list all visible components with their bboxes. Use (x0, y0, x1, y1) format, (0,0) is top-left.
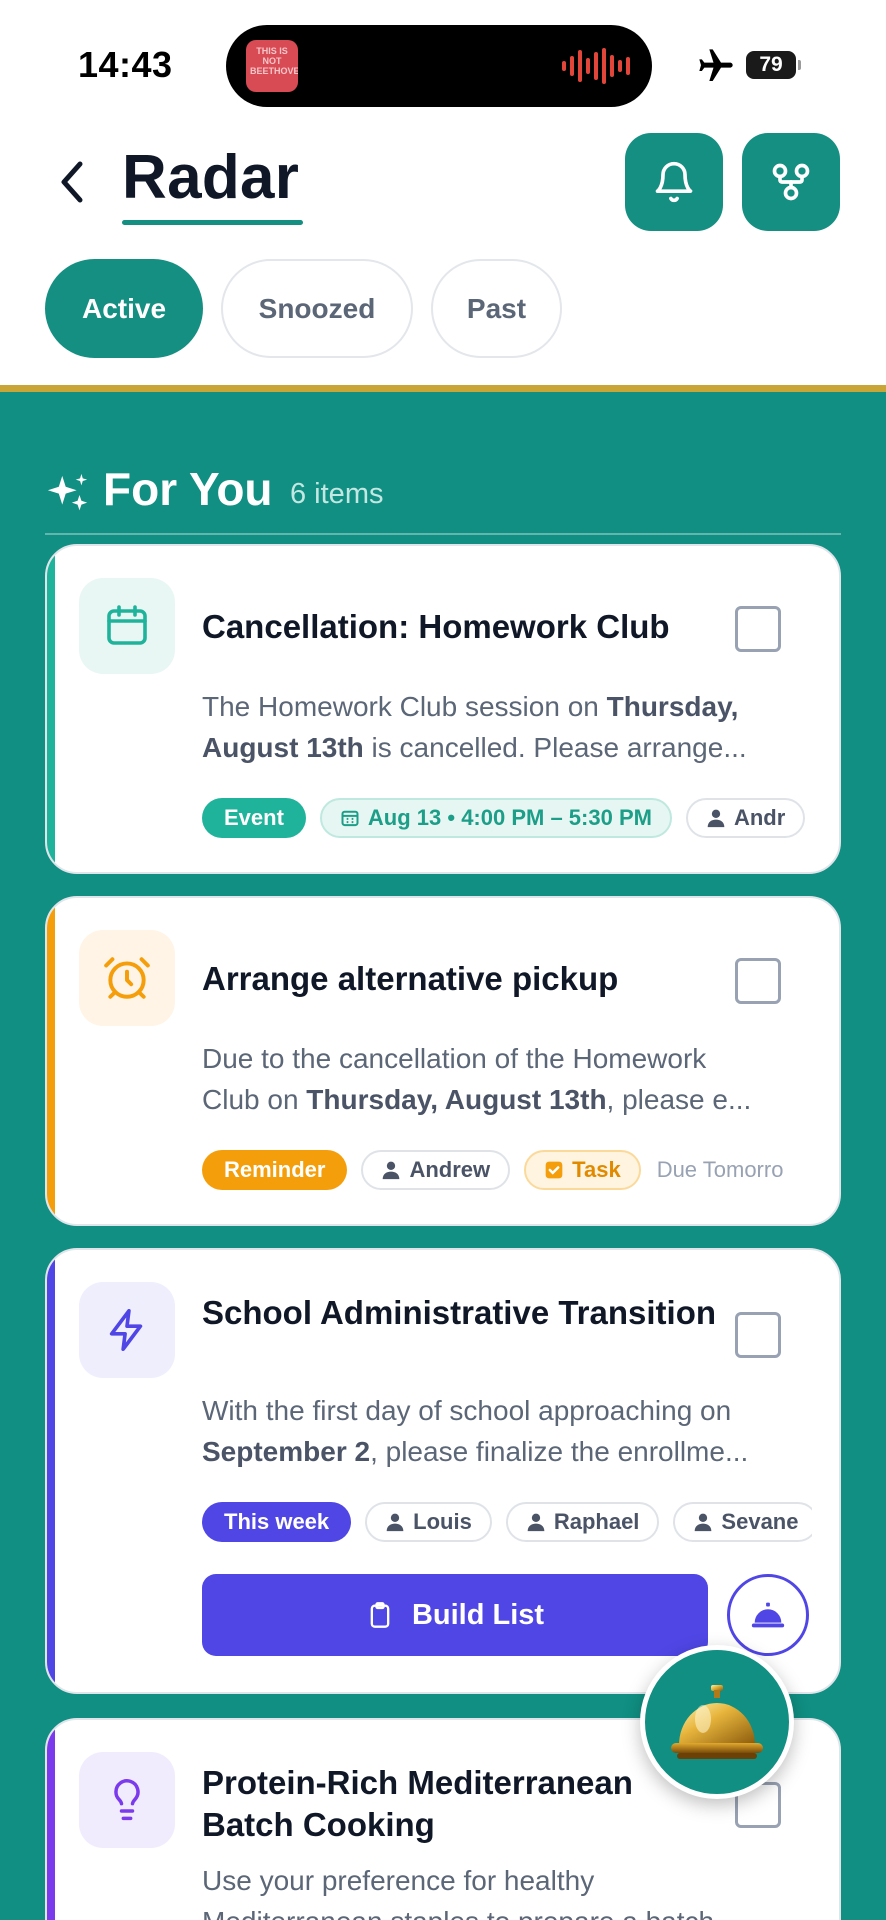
person-icon (527, 1513, 545, 1532)
person-chip[interactable]: Raphael (505, 1502, 660, 1542)
airplane-mode-icon (699, 49, 733, 81)
person-chip[interactable]: Andrew (361, 1150, 511, 1190)
tab-active[interactable]: Active (45, 259, 203, 358)
bell-icon (655, 161, 693, 203)
task-chip[interactable]: Task (524, 1150, 641, 1190)
person-icon (383, 1161, 400, 1180)
card-description: Use your preference for healthy Mediterr… (202, 1860, 812, 1920)
chevron-left-icon (61, 161, 83, 203)
concierge-bell-icon (751, 1602, 785, 1628)
desc-bold: Thursday, August 13th (306, 1084, 607, 1115)
lightbulb-icon (114, 1779, 140, 1821)
calendar-icon (107, 605, 147, 645)
card-checkbox[interactable] (735, 1312, 781, 1358)
type-badge: This week (202, 1502, 352, 1542)
person-chip-label: Andr (733, 805, 786, 830)
section-header: For You 6 items (45, 462, 845, 522)
person-chip-label: Raphael (553, 1509, 640, 1534)
desc-bold: August 13th (202, 732, 364, 763)
section-divider (45, 533, 841, 535)
desc-text: , please finalize the enrollme... (370, 1436, 749, 1467)
title-underline (122, 220, 303, 225)
radar-card[interactable]: School Administrative Transition With th… (45, 1248, 841, 1694)
date-chip-label: Aug 13 • 4:00 PM – 5:30 PM (367, 805, 652, 830)
task-chip-label: Task (572, 1157, 621, 1182)
person-chip[interactable]: Louis (365, 1502, 492, 1542)
album-art-text: THIS IS NOT BEETHOVEN (250, 46, 298, 76)
dynamic-island[interactable]: THIS IS NOT BEETHOVEN (226, 25, 652, 107)
desc-text: Mediterranean staples to prepare a batch (202, 1901, 812, 1920)
concierge-fab[interactable] (640, 1645, 794, 1799)
person-icon (707, 809, 725, 828)
sparkles-icon (47, 473, 88, 511)
branch-button[interactable] (742, 133, 840, 231)
status-bar: 14:43 THIS IS NOT BEETHOVEN 79 (0, 0, 886, 130)
back-button[interactable] (52, 156, 92, 208)
desc-text: Club on (202, 1084, 307, 1115)
person-icon (386, 1513, 404, 1532)
desc-bold: Thursday, (606, 691, 739, 722)
person-chip-label: Louis (413, 1509, 472, 1534)
desc-text: Due to the cancellation of the Homework (202, 1043, 707, 1074)
desc-text: is cancelled. Please arrange... (363, 732, 747, 763)
section-count: 6 items (290, 478, 384, 510)
calendar-small-icon (341, 810, 359, 827)
card-chips: This week Louis Raphael Sevane (202, 1500, 812, 1548)
card-checkbox[interactable] (735, 958, 781, 1004)
card-icon-tile (79, 1282, 175, 1378)
desc-text: Use your preference for healthy (202, 1865, 595, 1896)
lightning-icon (109, 1309, 143, 1351)
battery-indicator: 79 (746, 51, 801, 79)
card-description: Due to the cancellation of the Homework … (202, 1038, 812, 1120)
card-chips: Event Aug 13 • 4:00 PM – 5:30 PM Andr (202, 796, 812, 844)
desc-text: With the first day of school approaching… (202, 1395, 732, 1426)
git-fork-icon (772, 163, 810, 201)
page-title: Radar (122, 143, 300, 212)
radar-card[interactable]: Arrange alternative pickup Due to the ca… (45, 896, 841, 1226)
radar-card[interactable]: Cancellation: Homework Club The Homework… (45, 544, 841, 874)
person-icon (695, 1513, 712, 1532)
card-chips: Reminder Andrew Task Due Tomorro (202, 1148, 812, 1196)
clipboard-icon (370, 1602, 390, 1628)
type-badge: Reminder (202, 1150, 348, 1190)
checkbox-checked-icon (545, 1161, 563, 1179)
person-chip-label: Andrew (409, 1157, 491, 1182)
card-checkbox[interactable] (735, 606, 781, 652)
alarm-clock-icon (104, 957, 150, 999)
person-chip-label: Sevane (721, 1509, 799, 1534)
tab-past[interactable]: Past (431, 259, 562, 358)
tab-snoozed[interactable]: Snoozed (221, 259, 413, 358)
card-icon-tile (79, 578, 175, 674)
person-chip[interactable]: Sevane (673, 1502, 812, 1542)
due-label: Due Tomorro (656, 1157, 784, 1182)
date-chip[interactable]: Aug 13 • 4:00 PM – 5:30 PM (319, 798, 672, 838)
card-icon-tile (79, 1752, 175, 1848)
type-badge: Event (202, 798, 306, 838)
section-title: For You (103, 463, 273, 515)
card-accent-bar (47, 1250, 55, 1692)
desc-text: The Homework Club session on (202, 691, 607, 722)
desc-bold: September 2 (202, 1436, 371, 1467)
card-title: Arrange alternative pickup (202, 960, 619, 997)
concierge-bell-icon (671, 1685, 763, 1759)
build-list-button[interactable]: Build List (202, 1574, 708, 1656)
album-art: THIS IS NOT BEETHOVEN (246, 40, 298, 92)
card-title: School Administrative Transition (202, 1294, 717, 1331)
card-icon-tile (79, 930, 175, 1026)
status-time: 14:43 (78, 44, 173, 85)
card-title: Cancellation: Homework Club (202, 608, 670, 645)
header-divider (0, 385, 886, 392)
build-list-label: Build List (411, 1598, 545, 1631)
concierge-button[interactable] (727, 1574, 809, 1656)
card-accent-bar (47, 898, 55, 1224)
card-accent-bar (47, 1720, 55, 1920)
desc-text: , please e... (606, 1084, 752, 1115)
card-title: Protein-Rich Mediterranean Batch Cooking (202, 1764, 633, 1843)
card-description: The Homework Club session on Thursday, A… (202, 686, 812, 768)
person-chip[interactable]: Andr (685, 798, 806, 838)
notifications-button[interactable] (625, 133, 723, 231)
audio-waveform-icon (562, 47, 630, 85)
card-description: With the first day of school approaching… (202, 1390, 812, 1472)
card-accent-bar (47, 546, 55, 872)
